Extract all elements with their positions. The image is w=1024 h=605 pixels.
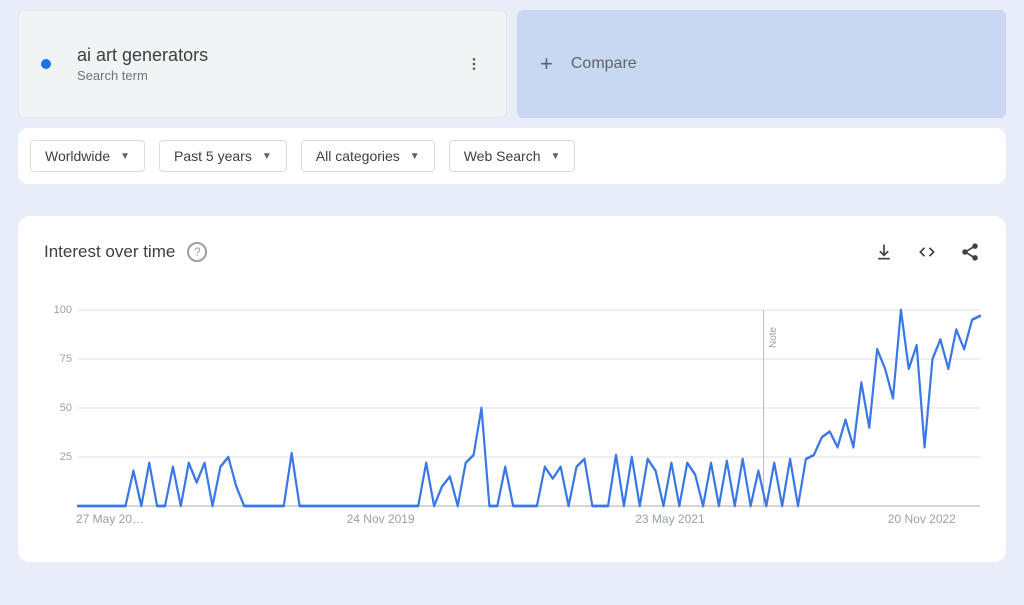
compare-label: Compare xyxy=(571,55,637,73)
filter-time-label: Past 5 years xyxy=(174,148,252,164)
interest-over-time-card: Interest over time ? 2550751 xyxy=(18,216,1006,562)
filter-geo-label: Worldwide xyxy=(45,148,110,164)
embed-button[interactable] xyxy=(916,242,938,262)
more-vert-icon xyxy=(466,56,482,72)
filter-property-label: Web Search xyxy=(464,148,541,164)
term-menu-button[interactable] xyxy=(460,50,488,78)
share-button[interactable] xyxy=(960,242,980,262)
chart-line xyxy=(78,310,980,506)
search-term-title: ai art generators xyxy=(77,45,208,67)
chart-title: Interest over time xyxy=(44,242,175,262)
download-button[interactable] xyxy=(874,242,894,262)
search-term-subtitle: Search term xyxy=(77,68,208,83)
filter-geo[interactable]: Worldwide ▼ xyxy=(30,140,145,172)
help-icon[interactable]: ? xyxy=(187,242,207,262)
filter-property[interactable]: Web Search ▼ xyxy=(449,140,576,172)
search-term-card[interactable]: ai art generators Search term xyxy=(18,10,507,118)
filter-time[interactable]: Past 5 years ▼ xyxy=(159,140,287,172)
download-icon xyxy=(874,242,894,262)
code-icon xyxy=(916,242,938,262)
add-comparison-button[interactable]: + Compare xyxy=(517,10,1006,118)
chart-y-axis: 255075100 xyxy=(44,310,76,506)
caret-down-icon: ▼ xyxy=(262,151,272,162)
series-dot-icon xyxy=(41,59,51,69)
caret-down-icon: ▼ xyxy=(410,151,420,162)
caret-down-icon: ▼ xyxy=(550,151,560,162)
filter-category-label: All categories xyxy=(316,148,400,164)
caret-down-icon: ▼ xyxy=(120,151,130,162)
filter-panel: Worldwide ▼ Past 5 years ▼ All categorie… xyxy=(18,128,1006,184)
chart-plot-area[interactable]: 255075100 Note xyxy=(44,310,980,506)
share-icon xyxy=(960,242,980,262)
chart-x-axis: 27 May 20…24 Nov 201923 May 202120 Nov 2… xyxy=(78,512,980,528)
filter-category[interactable]: All categories ▼ xyxy=(301,140,435,172)
plus-icon: + xyxy=(540,53,553,75)
note-marker-label: Note xyxy=(768,310,779,348)
